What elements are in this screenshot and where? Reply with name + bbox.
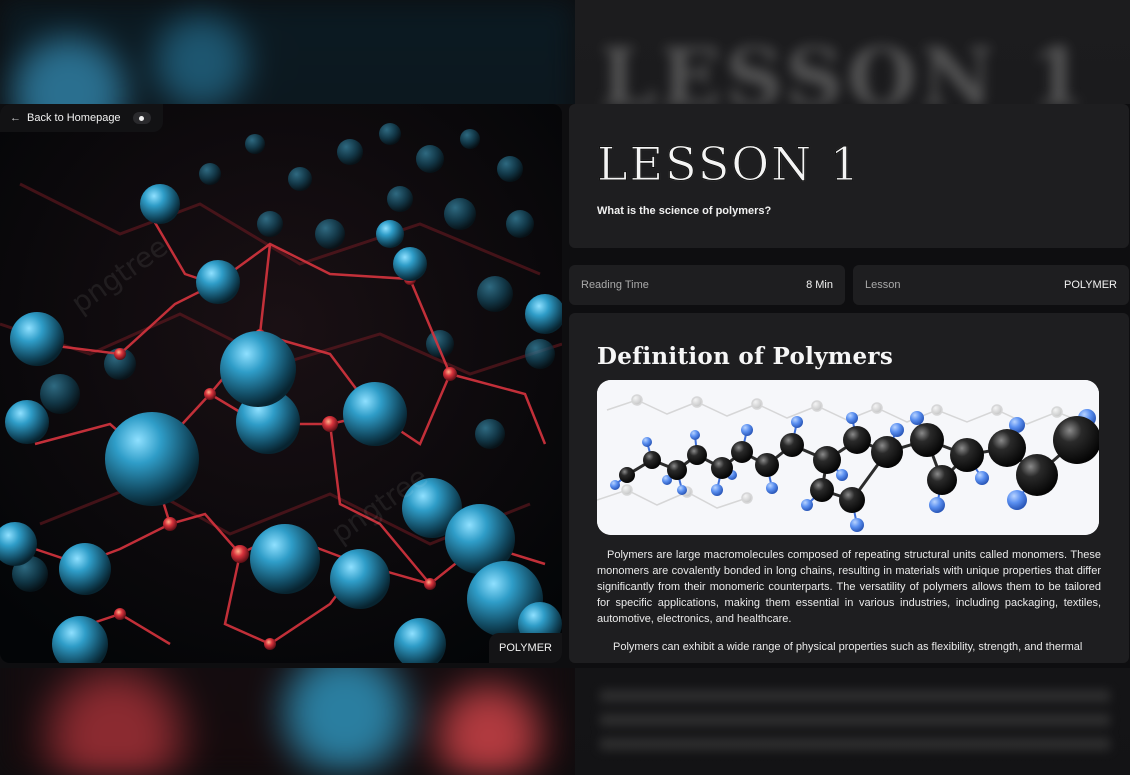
lesson-category-value: POLYMER: [1064, 279, 1117, 291]
back-to-homepage-button[interactable]: ← Back to Homepage: [0, 104, 163, 132]
toggle-dot-icon[interactable]: [132, 112, 151, 124]
section-heading: Definition of Polymers: [597, 343, 894, 370]
reading-time-value: 8 Min: [806, 279, 833, 291]
lesson-category-card: Lesson POLYMER: [853, 265, 1129, 305]
polymer-network-illustration: pngtree pngtree: [0, 104, 562, 663]
arrow-left-icon: ←: [10, 112, 21, 124]
hero-image: pngtree pngtree ← Back to Homepage POLYM…: [0, 104, 562, 663]
lesson-modal: pngtree pngtree ← Back to Homepage POLYM…: [0, 104, 1130, 668]
lesson-header-card: LESSON 1 What is the science of polymers…: [569, 104, 1129, 248]
polymer-chain-illustration: [597, 380, 1099, 535]
lesson-content-card[interactable]: Definition of Polymers Polymers are larg…: [569, 313, 1129, 663]
content-paragraph: Polymers are large macromolecules compos…: [597, 549, 1101, 625]
lesson-category-label: Lesson: [865, 279, 901, 291]
reading-time-label: Reading Time: [581, 279, 649, 291]
polymer-chain-image: [597, 380, 1099, 535]
reading-time-card: Reading Time 8 Min: [569, 265, 845, 305]
lesson-title: LESSON 1: [597, 137, 862, 192]
lesson-question: What is the science of polymers?: [597, 205, 772, 217]
back-to-homepage-label: Back to Homepage: [27, 112, 121, 124]
content-paragraph: Polymers can exhibit a wide range of phy…: [613, 641, 1083, 653]
backdrop-ghost-text: [600, 690, 1110, 760]
hero-category-tag: POLYMER: [489, 633, 562, 663]
